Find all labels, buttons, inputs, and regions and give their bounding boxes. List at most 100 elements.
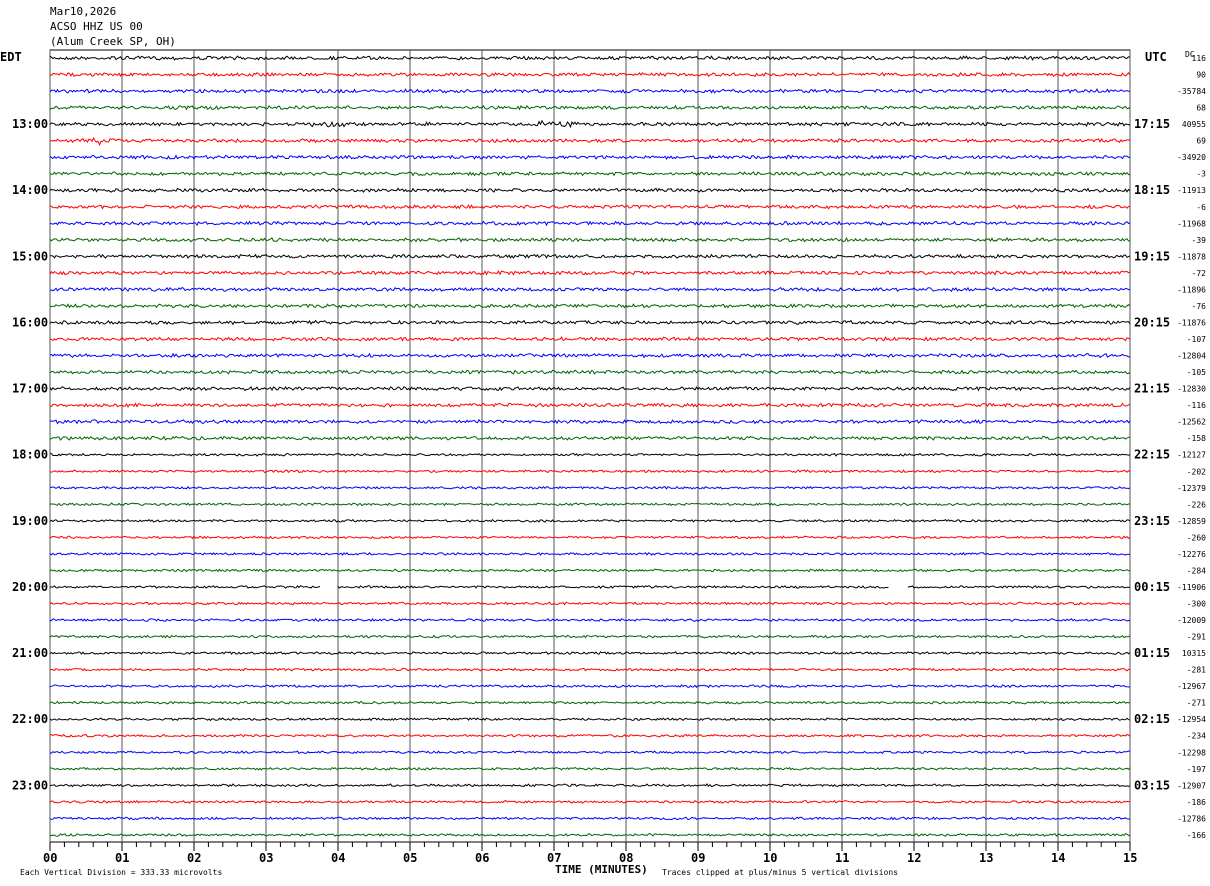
x-tick-label: 07 [547,851,561,865]
utc-hour-label: 03:15 [1134,778,1170,792]
plot-frame [49,49,1131,843]
seismic-trace [49,651,1131,656]
dc-offset-label: -12298 [1177,748,1206,757]
x-tick-label: 11 [835,851,849,865]
seismic-trace [49,236,1131,243]
utc-hour-label: 18:15 [1134,183,1170,197]
x-tick-label: 10 [763,851,777,865]
seismic-trace [49,253,1131,259]
seismic-trace [49,71,1131,78]
seismic-trace [49,55,1130,61]
x-tick-label: 06 [475,851,489,865]
clip-note: Traces clipped at plus/minus 5 vertical … [662,868,899,877]
x-tick-label: 12 [907,851,921,865]
x-tick-label: 04 [331,851,345,865]
scale-note: Each Vertical Division = 333.33 microvol… [20,868,223,877]
dc-offset-label: -12907 [1177,781,1206,790]
dc-offset-label: -11968 [1177,219,1206,228]
dc-offset-label: -12562 [1177,418,1206,427]
utc-hour-label: 00:15 [1134,580,1170,594]
dc-offset-label: 90 [1196,71,1206,80]
seismic-trace [49,750,1131,755]
dc-offset-label: -12379 [1177,484,1206,493]
seismic-trace [49,303,1131,309]
dc-offset-label: -76 [1192,302,1207,311]
dc-offset-label: -226 [1187,500,1206,509]
seismic-trace [49,104,1131,111]
utc-hour-label: 17:15 [1134,117,1170,131]
dc-offset-label: -234 [1187,732,1206,741]
x-tick-label: 02 [187,851,201,865]
dc-offset-label: -107 [1187,335,1206,344]
dc-offset-label: -11913 [1177,186,1206,195]
edt-hour-label: 20:00 [12,580,48,594]
dc-offset-label: -281 [1187,666,1206,675]
edt-hour-label: 14:00 [12,183,48,197]
dc-offset-label: -12830 [1177,385,1206,394]
seismic-trace [49,352,1131,359]
seismic-trace [49,568,1131,573]
seismic-trace [49,402,1131,408]
utc-hour-label: 01:15 [1134,646,1170,660]
seismic-trace [49,369,1131,375]
seismic-trace [49,203,1131,210]
seismic-trace [49,452,1131,457]
edt-hour-label: 18:00 [12,448,48,462]
x-tick-label: 09 [691,851,705,865]
seismic-trace [49,833,1131,837]
dc-offset-label: -291 [1187,633,1206,642]
utc-hour-label: 02:15 [1134,712,1170,726]
edt-hour-label: 23:00 [12,778,48,792]
dc-offset-label: -158 [1187,434,1206,443]
seismic-trace [49,88,1131,94]
seismic-trace [49,667,1131,672]
seismic-trace [49,585,1130,590]
x-axis-label: TIME (MINUTES) [555,863,648,876]
seismic-trace [49,535,1131,540]
seismic-trace [49,634,1131,639]
dc-offset-label: 10315 [1182,649,1206,658]
seismic-trace [49,733,1131,738]
dc-offset-label: -197 [1187,765,1206,774]
seismic-trace [49,154,1130,160]
edt-label: EDT [0,50,22,64]
seismic-trace [49,700,1131,705]
dc-offset-label: -3 [1196,170,1206,179]
dc-offset-label: -12127 [1177,451,1206,460]
seismic-trace [49,816,1131,821]
x-tick-label: 01 [115,851,129,865]
dc-offset-label: -12804 [1177,352,1206,361]
dc-offset-label: -202 [1187,467,1206,476]
dc-offset-label: -300 [1187,599,1206,608]
x-tick-label: 15 [1123,851,1137,865]
seismic-trace [49,270,1131,276]
dc-offset-label: -12786 [1177,814,1206,823]
seismic-trace [49,319,1131,326]
dc-offset-label: -271 [1187,699,1206,708]
edt-hour-label: 15:00 [12,249,48,263]
helicorder: Mar10,2026 ACSO HHZ US 00 (Alum Creek SP… [0,0,1210,886]
dc-offset-label: -12009 [1177,616,1206,625]
dc-offset-label: -12967 [1177,682,1206,691]
dc-offset-label: 116 [1192,54,1207,63]
dc-offset-label: -12954 [1177,715,1206,724]
edt-hour-label: 13:00 [12,117,48,131]
x-tick-label: 13 [979,851,993,865]
utc-hour-label: 23:15 [1134,514,1170,528]
edt-hour-label: 21:00 [12,646,48,660]
x-tick-label: 00 [43,851,57,865]
dc-offset-label: -11878 [1177,252,1206,261]
dc-offset-label: -105 [1187,368,1206,377]
dc-offset-label: -284 [1187,566,1206,575]
seismic-trace [49,518,1131,523]
utc-hour-label: 22:15 [1134,448,1170,462]
seismic-trace [49,136,1131,147]
edt-hour-label: 16:00 [12,315,48,329]
dc-offset-label: -6 [1196,203,1206,212]
seismic-trace [49,601,1131,606]
edt-hour-label: 17:00 [12,382,48,396]
seismic-trace [49,684,1131,689]
seismic-trace [49,469,1131,474]
seismic-trace [49,551,1131,556]
x-tick-label: 05 [403,851,417,865]
